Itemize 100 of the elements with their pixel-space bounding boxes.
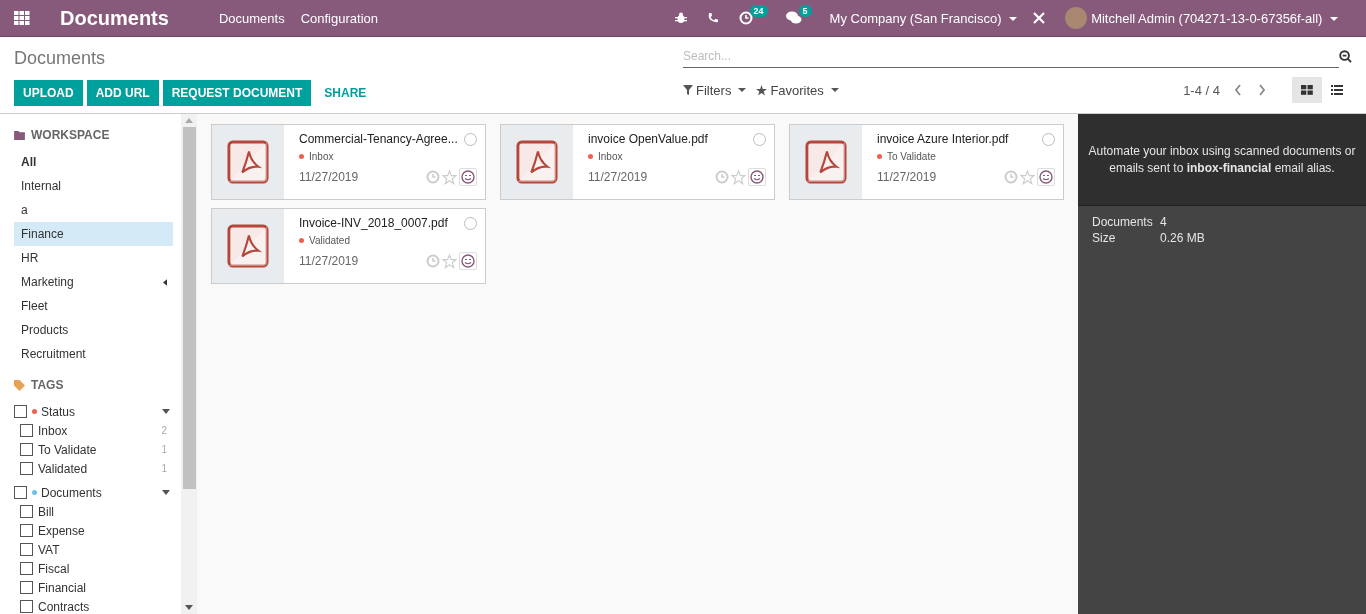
checkbox[interactable] (20, 524, 33, 537)
document-tag: Inbox (598, 151, 623, 162)
document-name[interactable]: Commercial-Tenancy-Agree... (299, 132, 458, 146)
document-card[interactable]: Commercial-Tenancy-Agree... Inbox 11/27/2019 (211, 124, 486, 200)
caret-icon[interactable] (162, 490, 170, 495)
workspace-item[interactable]: Fleet (14, 294, 173, 318)
section-title: WORKSPACE (31, 128, 110, 142)
activity-count-badge: 24 (749, 5, 768, 17)
document-tag: Inbox (309, 151, 334, 162)
checkbox[interactable] (20, 462, 33, 475)
stat-label: Documents (1092, 214, 1154, 230)
breadcrumb: Documents (14, 48, 107, 69)
workspace-item[interactable]: Finance (14, 222, 173, 246)
scroll-down-icon[interactable] (185, 605, 193, 610)
tag-label[interactable]: Validated (38, 461, 162, 476)
section-title: TAGS (31, 378, 64, 392)
next-page-icon[interactable] (1258, 84, 1266, 96)
workspace-item[interactable]: Internal (14, 174, 173, 198)
owner-avatar[interactable] (1037, 168, 1055, 186)
stat-label: Size (1092, 230, 1117, 246)
document-tag: Validated (309, 235, 350, 246)
star-icon[interactable] (1020, 169, 1035, 185)
pdf-file-icon (516, 140, 558, 184)
tag-group-label[interactable]: Documents (41, 485, 162, 500)
tag-label[interactable]: Contracts (38, 599, 173, 614)
favorites-dropdown[interactable]: Favorites (756, 82, 839, 98)
kanban-view-button[interactable] (1292, 77, 1322, 103)
pdf-file-icon (227, 140, 269, 184)
user-menu[interactable]: Mitchell Admin (704271-13-0-67356f-all) (1091, 10, 1338, 26)
search-field[interactable]: Search... (683, 44, 1339, 68)
tag-count: 2 (161, 425, 167, 436)
search-icon[interactable] (1339, 49, 1352, 63)
app-grid-icon[interactable] (14, 11, 30, 25)
document-tag: To Validate (887, 151, 936, 162)
document-name[interactable]: Invoice-INV_2018_0007.pdf (299, 216, 448, 230)
document-name[interactable]: invoice Azure Interior.pdf (877, 132, 1009, 146)
star-icon[interactable] (731, 169, 746, 185)
checkbox[interactable] (20, 443, 33, 456)
funnel-icon (683, 85, 693, 95)
checkbox[interactable] (14, 405, 27, 418)
company-switcher[interactable]: My Company (San Francisco) (829, 10, 1018, 26)
previous-page-icon[interactable] (1234, 84, 1242, 96)
document-date: 11/27/2019 (877, 170, 938, 184)
scrollbar[interactable] (181, 114, 197, 614)
inbox-help-text: Automate your inbox using scanned documents or emails sent to inbox-financial email alias. (1087, 142, 1357, 177)
chat-icon[interactable] (785, 11, 802, 25)
app-title: Documents (60, 6, 169, 30)
workspace-item[interactable]: Recruitment (14, 342, 173, 366)
document-date: 11/27/2019 (299, 170, 360, 184)
grid-icon (1301, 85, 1313, 95)
document-date: 11/27/2019 (588, 170, 649, 184)
workspace-item[interactable]: a (14, 198, 173, 222)
message-count-badge: 5 (798, 5, 812, 17)
document-card[interactable]: invoice OpenValue.pdf Inbox 11/27/2019 (500, 124, 775, 200)
folder-icon (14, 130, 25, 140)
workspace-item[interactable]: Marketing (14, 270, 173, 294)
filters-dropdown[interactable]: Filters (683, 82, 747, 98)
stat-value: 0.26 MB (1160, 230, 1205, 246)
document-card[interactable]: invoice Azure Interior.pdf To Validate 11/27/2019 (789, 124, 1064, 200)
owner-avatar[interactable] (459, 168, 477, 186)
star-icon[interactable] (442, 253, 457, 269)
caret-icon[interactable] (162, 409, 170, 414)
list-icon (1331, 85, 1343, 95)
tag-label[interactable]: To Validate (38, 442, 162, 457)
workspace-item[interactable]: Products (14, 318, 173, 342)
star-icon[interactable] (442, 169, 457, 185)
tag-label[interactable]: VAT (38, 542, 173, 557)
pdf-file-icon (227, 224, 269, 268)
stat-value: 4 (1160, 214, 1167, 230)
workspace-item[interactable]: All (14, 150, 173, 174)
tag-label[interactable]: Fiscal (38, 561, 173, 576)
menu-item[interactable]: Documents (218, 10, 285, 26)
document-date: 11/27/2019 (299, 254, 360, 268)
menu-item[interactable]: Configuration (300, 10, 378, 26)
bug-icon[interactable] (674, 12, 687, 24)
star-icon (756, 84, 768, 96)
tag-label[interactable]: Expense (38, 523, 173, 538)
tag-label[interactable]: Bill (38, 504, 173, 519)
checkbox[interactable] (14, 486, 27, 499)
tag-count: 1 (161, 463, 167, 474)
checkbox[interactable] (20, 424, 33, 437)
pager-value: 1-4 / 4 (1183, 82, 1220, 98)
collapsed-caret-icon[interactable] (163, 278, 167, 286)
tag-label[interactable]: Financial (38, 580, 173, 595)
checkbox[interactable] (20, 543, 33, 556)
owner-avatar[interactable] (748, 168, 766, 186)
checkbox[interactable] (20, 562, 33, 575)
checkbox[interactable] (20, 505, 33, 518)
pdf-file-icon (805, 140, 847, 184)
tag-label[interactable]: Inbox (38, 423, 162, 438)
workspace-item[interactable]: HR (14, 246, 173, 270)
checkbox[interactable] (20, 600, 33, 613)
document-name[interactable]: invoice OpenValue.pdf (588, 132, 708, 146)
tag-group-label[interactable]: Status (41, 404, 162, 419)
tag-count: 1 (161, 444, 167, 455)
owner-avatar[interactable] (459, 252, 477, 270)
phone-icon[interactable] (706, 12, 719, 24)
checkbox[interactable] (20, 581, 33, 594)
tag-icon (14, 379, 25, 391)
document-card[interactable]: Invoice-INV_2018_0007.pdf Validated 11/27/2019 (211, 208, 486, 284)
